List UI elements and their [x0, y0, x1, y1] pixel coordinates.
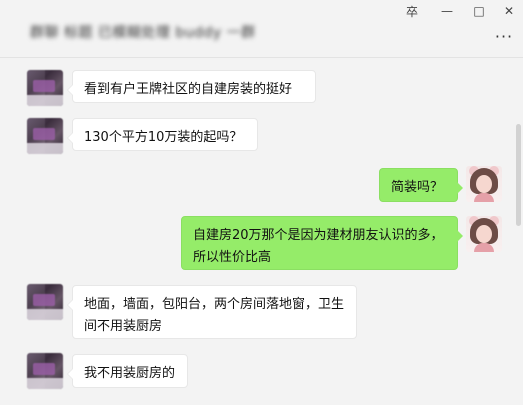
- chat-scrollbar[interactable]: [516, 124, 521, 226]
- body-shape: [474, 193, 494, 202]
- sender-avatar[interactable]: [27, 284, 63, 320]
- maximize-icon[interactable]: □: [462, 0, 496, 22]
- pin-icon[interactable]: 卒: [395, 0, 429, 22]
- sender-avatar[interactable]: [27, 353, 63, 389]
- face-shape: [476, 175, 492, 193]
- chat-header: 群聊 标题 已模糊处理 buddy 一群 卒 — □ ✕ ···: [0, 0, 523, 58]
- message-text: 我不用装厨房的: [84, 366, 176, 381]
- cat-ear-girl-avatar[interactable]: [466, 166, 502, 202]
- body-shape: [474, 243, 494, 252]
- message-text: 自建房20万那个是因为建材朋友认识的多，所以性价比高: [193, 228, 444, 265]
- more-options-icon[interactable]: ···: [490, 26, 518, 46]
- message-text: 简装吗？: [391, 180, 444, 195]
- message-bubble[interactable]: 自建房20万那个是因为建材朋友认识的多，所以性价比高: [181, 216, 463, 270]
- message-bubble[interactable]: 看到有户王牌社区的自建房装的挺好: [67, 70, 316, 103]
- message-bubble[interactable]: 地面，墙面，包阳台，两个房间落地窗，卫生间不用装厨房: [67, 285, 357, 339]
- cat-ear-girl-avatar[interactable]: [466, 216, 502, 252]
- minimize-icon[interactable]: —: [430, 0, 464, 22]
- close-icon[interactable]: ✕: [492, 0, 523, 22]
- face-shape: [476, 225, 492, 243]
- message-text: 看到有户王牌社区的自建房装的挺好: [84, 82, 293, 97]
- message-bubble[interactable]: 130个平方10万装的起吗？: [67, 118, 258, 151]
- sender-avatar[interactable]: [27, 118, 63, 154]
- chat-title: 群聊 标题 已模糊处理 buddy 一群: [30, 25, 256, 41]
- message-bubble[interactable]: 我不用装厨房的: [67, 354, 188, 388]
- message-text: 地面，墙面，包阳台，两个房间落地窗，卫生间不用装厨房: [84, 297, 345, 334]
- message-text: 130个平方10万装的起吗？: [84, 130, 243, 145]
- message-bubble[interactable]: 简装吗？: [379, 168, 463, 202]
- sender-avatar[interactable]: [27, 70, 63, 106]
